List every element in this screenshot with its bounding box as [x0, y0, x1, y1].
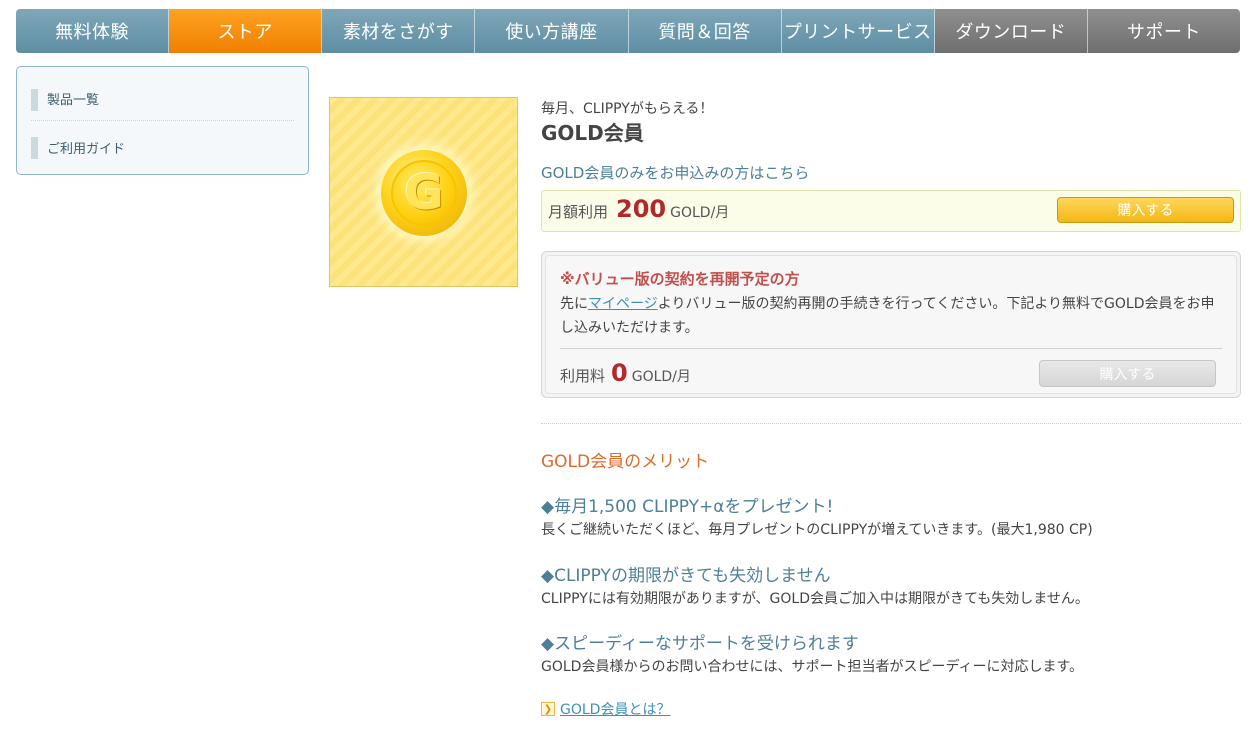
value-price-value: 0: [611, 359, 628, 387]
sidebar-item-products[interactable]: 製品一覧: [31, 77, 294, 121]
sidebar: 製品一覧 ご利用ガイド: [16, 66, 309, 175]
merit-desc: CLIPPYには有効期限がありますが、GOLD会員ご加入中は期限がきても失効しま…: [541, 591, 1089, 607]
mypage-link[interactable]: マイページ: [588, 296, 658, 312]
value-divider: [560, 348, 1222, 349]
gold-info-link-label[interactable]: GOLD会員とは？: [560, 699, 670, 719]
arrow-right-icon: ❯: [541, 702, 555, 716]
nav-item-print-service[interactable]: プリントサービス: [781, 9, 935, 53]
top-nav: 無料体験 ストア 素材をさがす 使い方講座 質問＆回答 プリントサービス ダウン…: [16, 9, 1240, 53]
page-subtitle: 毎月、CLIPPYがもらえる！: [541, 101, 714, 117]
nav-item-find-materials[interactable]: 素材をさがす: [322, 9, 476, 53]
merit-desc: 長くご継続いただくほど、毎月プレゼントのCLIPPYが増えていきます。(最大1,…: [541, 522, 1093, 538]
gold-price-line: 月額利用 200 GOLD/月: [548, 195, 729, 223]
value-plan-text: 先にマイページよりバリュー版の契約再開の手続きを行ってください。下記より無料でG…: [560, 292, 1225, 340]
page-title: GOLD会員: [541, 121, 644, 145]
nav-item-store[interactable]: ストア: [169, 9, 323, 53]
value-price-label: 利用料: [560, 367, 606, 385]
merit-desc: GOLD会員様からのお問い合わせには、サポート担当者がスピーディーに対応します。: [541, 659, 1084, 675]
sidebar-item-guide[interactable]: ご利用ガイド: [31, 125, 294, 169]
value-plan-box: ※バリュー版の契約を再開予定の方 先にマイページよりバリュー版の契約再開の手続き…: [541, 251, 1241, 398]
product-image: G: [329, 97, 518, 287]
nav-item-qa[interactable]: 質問＆回答: [628, 9, 782, 53]
merit-title: ◆CLIPPYの期限がきても失効しません: [541, 566, 831, 586]
price-unit: GOLD/月: [670, 205, 730, 221]
nav-item-download[interactable]: ダウンロード: [934, 9, 1088, 53]
gold-coin-icon: G: [381, 150, 467, 236]
value-price-unit: GOLD/月: [631, 369, 691, 385]
gold-only-heading: GOLD会員のみをお申込みの方はこちら: [541, 164, 810, 182]
value-text-after: よりバリュー版の契約再開の手続きを行ってください。下記より無料でGOLD会員をお…: [560, 296, 1215, 336]
coin-letter: G: [391, 160, 457, 226]
nav-item-free-trial[interactable]: 無料体験: [16, 9, 170, 53]
value-plan-inner: ※バリュー版の契約を再開予定の方 先にマイページよりバリュー版の契約再開の手続き…: [545, 255, 1237, 394]
value-plan-heading: ※バリュー版の契約を再開予定の方: [560, 270, 800, 288]
buy-value-button[interactable]: 購入する: [1039, 360, 1216, 387]
value-price-line: 利用料 0 GOLD/月: [560, 359, 691, 387]
value-text-before: 先に: [560, 296, 588, 312]
price-value: 200: [616, 195, 667, 223]
gold-info-link[interactable]: ❯ GOLD会員とは？: [541, 699, 670, 719]
merit-title: ◆スピーディーなサポートを受けられます: [541, 634, 859, 654]
merits-heading: GOLD会員のメリット: [541, 452, 710, 472]
section-divider: [541, 423, 1241, 424]
nav-item-tutorials[interactable]: 使い方講座: [475, 9, 629, 53]
nav-item-support[interactable]: サポート: [1087, 9, 1240, 53]
buy-gold-button[interactable]: 購入する: [1057, 197, 1234, 223]
gold-price-box: 月額利用 200 GOLD/月 購入する: [541, 190, 1241, 232]
price-label: 月額利用: [548, 203, 609, 221]
merit-title: ◆毎月1,500 CLIPPY+αをプレゼント!: [541, 497, 834, 517]
